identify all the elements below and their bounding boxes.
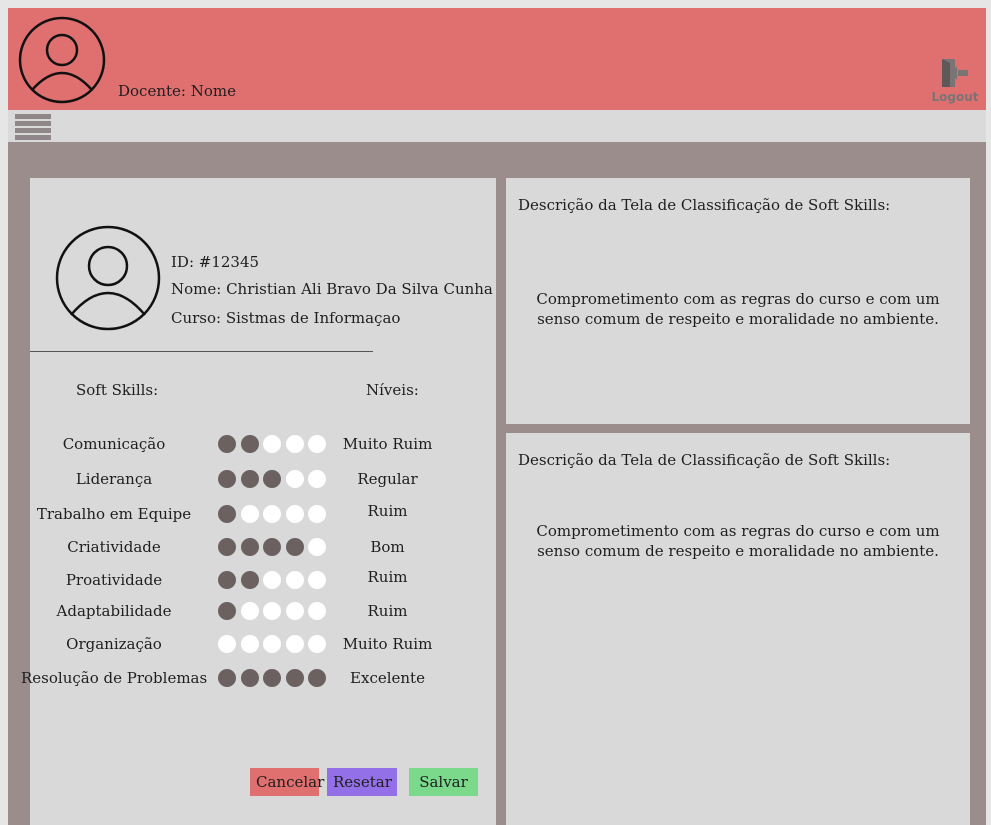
rating-dot[interactable] [308,602,326,620]
skill-level: Muito Ruim [342,435,433,453]
skill-name: Criatividade [67,538,161,556]
description-line: Comprometimento com as regras do curso e… [536,290,940,308]
menu-bar [8,110,986,142]
skill-level: Regular [357,470,418,488]
rating-dot[interactable] [218,470,236,488]
rating-dot[interactable] [308,538,326,556]
description-line: Comprometimento com as regras do curso e… [536,522,940,540]
docente-name: Docente: Nome [118,82,236,100]
rating-dot[interactable] [285,505,304,523]
rating-dots [218,505,326,523]
description-line: senso comum de respeito e moralidade no … [537,542,939,560]
description-title: Descrição da Tela de Classificação de So… [518,451,891,469]
rating-dot[interactable] [263,571,281,589]
skill-level: Ruim [367,568,408,586]
rating-dot[interactable] [263,669,281,687]
rating-dot[interactable] [263,435,281,453]
rating-dots [218,470,326,488]
rating-dot[interactable] [240,435,259,453]
rating-dot[interactable] [240,538,259,556]
save-button[interactable]: Salvar [409,768,478,796]
rating-dot[interactable] [285,435,304,453]
cancel-button[interactable]: Cancelar [250,768,324,796]
student-panel: ID: #12345 Nome: Christian Ali Bravo Da … [21,178,496,825]
skill-name: Liderança [75,470,153,488]
rating-dot[interactable] [285,470,304,488]
rating-dot[interactable] [240,602,259,620]
hamburger-menu-icon[interactable] [15,114,51,140]
rating-dots [218,571,326,589]
skill-name: Comunicação [62,435,166,453]
rating-dot[interactable] [218,669,236,687]
rating-dot[interactable] [218,635,236,653]
rating-dot[interactable] [240,470,259,488]
rating-dots [218,635,326,653]
rating-dot[interactable] [308,669,326,687]
rating-dots [218,602,326,620]
rating-dot[interactable] [285,669,304,687]
description-text: Comprometimento com as regras do curso e… [506,289,970,329]
skill-name: Proatividade [65,571,163,589]
rating-dot[interactable] [218,505,236,523]
student-course: Curso: Sistmas de Informaçao [171,309,401,327]
skill-name: Trabalho em Equipe [36,505,192,523]
description-line: senso comum de respeito e moralidade no … [537,310,939,328]
user-avatar-icon[interactable] [18,16,106,104]
rating-dot[interactable] [263,505,281,523]
skill-level: Muito Ruim [342,635,433,653]
rating-dot[interactable] [218,538,236,556]
student-id: ID: #12345 [171,253,260,271]
rating-dot[interactable] [218,571,236,589]
rating-dot[interactable] [285,635,304,653]
rating-dot[interactable] [285,602,304,620]
student-name: Nome: Christian Ali Bravo Da Silva Cunha [171,280,493,298]
rating-dot[interactable] [263,635,281,653]
skill-name: Adaptabilidade [56,602,172,620]
top-header: Docente: Nome Logout [8,8,986,110]
rating-dots [218,669,326,687]
rating-dot[interactable] [285,571,304,589]
rating-dot[interactable] [308,505,326,523]
student-avatar-icon [55,225,161,331]
description-panel-top: Descrição da Tela de Classificação de So… [506,178,970,424]
rating-dot[interactable] [240,571,259,589]
rating-dot[interactable] [240,635,259,653]
rating-dots [218,538,326,556]
description-title: Descrição da Tela de Classificação de So… [518,196,891,214]
reset-button[interactable]: Resetar [327,768,397,796]
rating-dot[interactable] [308,470,326,488]
levels-header: Níveis: [366,381,419,399]
rating-dot[interactable] [218,435,236,453]
skill-name: Organização [66,635,162,653]
rating-dot[interactable] [308,435,326,453]
description-panel-bottom: Descrição da Tela de Classificação de So… [506,433,970,825]
skill-level: Bom [370,538,405,556]
logout-label: Logout [931,90,979,104]
rating-dots [218,435,326,453]
rating-dot[interactable] [263,602,281,620]
rating-dot[interactable] [308,571,326,589]
rating-dot[interactable] [240,505,259,523]
logout-button[interactable]: Logout [930,58,980,104]
rating-dot[interactable] [218,602,236,620]
rating-dot[interactable] [285,538,304,556]
skill-level: Ruim [367,602,408,620]
rating-dot[interactable] [263,470,281,488]
skill-level: Ruim [367,502,408,520]
rating-dot[interactable] [263,538,281,556]
logout-door-icon [942,59,968,87]
description-text: Comprometimento com as regras do curso e… [506,521,970,561]
divider [30,351,373,352]
soft-skills-header: Soft Skills: [76,381,159,399]
skill-level: Excelente [350,669,425,687]
rating-dot[interactable] [308,635,326,653]
skill-name: Resolução de Problemas [21,669,208,687]
rating-dot[interactable] [240,669,259,687]
